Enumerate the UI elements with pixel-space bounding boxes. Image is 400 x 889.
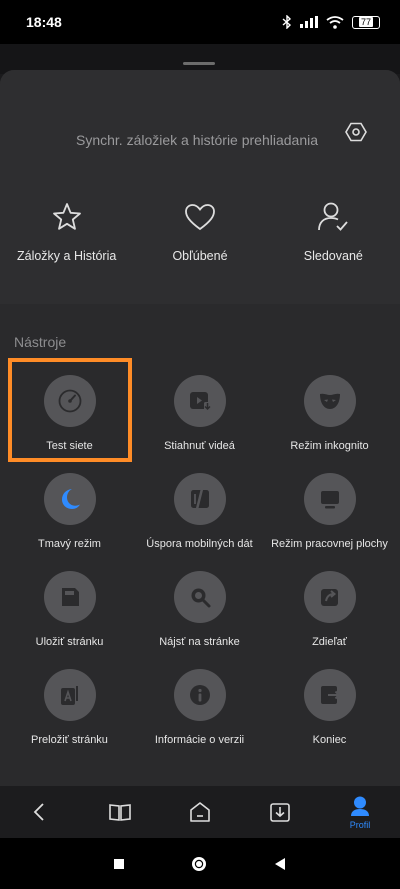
battery-icon: 77 xyxy=(352,15,380,29)
tool-circle xyxy=(43,473,96,525)
bookmarks-label: Záložky a História xyxy=(16,249,117,263)
desktop-mode-button[interactable]: Režim pracovnej plochy xyxy=(263,473,396,551)
tool-label: Stiahnuť videá xyxy=(164,440,235,452)
status-icons: 77 xyxy=(282,15,380,29)
tool-circle xyxy=(173,571,226,623)
find-in-page-button[interactable]: Nájsť na stránke xyxy=(133,571,266,649)
tool-label: Tmavý režim xyxy=(38,538,101,550)
exit-icon xyxy=(320,686,340,704)
status-bar: 18:48 77 xyxy=(0,0,400,44)
tool-label: Úspora mobilných dát xyxy=(146,538,253,550)
wifi-icon xyxy=(326,15,344,29)
tool-label: Informácie o verzii xyxy=(154,734,245,746)
nav-home-button[interactable] xyxy=(160,786,240,838)
nav-profile-button[interactable]: Profil xyxy=(320,786,400,838)
followed-button[interactable]: Sledované xyxy=(267,200,400,263)
data-saver-icon xyxy=(190,488,209,510)
signal-icon xyxy=(300,16,318,28)
heart-icon xyxy=(185,204,215,231)
system-nav-bar xyxy=(0,838,400,889)
nav-back-button[interactable] xyxy=(0,786,80,838)
bluetooth-icon xyxy=(282,15,292,29)
tool-circle xyxy=(303,571,356,623)
profile-sheet: Synchr. záložiek a histórie prehliadania… xyxy=(0,70,400,786)
tools-section-title: Nástroje xyxy=(14,334,67,350)
tool-label: Nájsť na stránke xyxy=(159,636,240,648)
tool-circle xyxy=(43,571,96,623)
tool-circle xyxy=(303,375,356,427)
tool-label: Režim inkognito xyxy=(290,440,369,452)
favorites-label: Obľúbené xyxy=(172,249,228,263)
recents-icon[interactable] xyxy=(113,858,125,870)
sheet-header: Synchr. záložiek a histórie prehliadania… xyxy=(0,70,400,304)
translate-icon xyxy=(60,686,78,705)
home-icon xyxy=(190,802,210,822)
exit-button[interactable]: Koniec xyxy=(263,669,396,747)
chevron-left-icon xyxy=(33,803,44,821)
download-icon xyxy=(270,803,290,822)
favorites-button[interactable]: Obľúbené xyxy=(133,200,266,263)
find-icon xyxy=(191,588,210,608)
version-info-button[interactable]: Informácie o verzii xyxy=(133,669,266,747)
mask-icon xyxy=(319,393,340,409)
bookmarks-history-button[interactable]: Záložky a História xyxy=(0,200,133,263)
tool-circle xyxy=(43,669,96,721)
star-icon xyxy=(52,203,81,230)
back-triangle-icon[interactable] xyxy=(273,857,287,871)
tool-label: Uložiť stránku xyxy=(35,636,104,648)
download-videos-button[interactable]: Stiahnuť videá xyxy=(133,375,266,453)
share-icon xyxy=(320,589,338,606)
tool-label: Režim pracovnej plochy xyxy=(271,538,388,550)
moon-icon xyxy=(61,489,80,509)
battery-level: 77 xyxy=(358,17,373,27)
tool-circle xyxy=(303,669,356,721)
data-saver-button[interactable]: Úspora mobilných dát xyxy=(133,473,266,551)
save-page-button[interactable]: Uložiť stránku xyxy=(3,571,136,649)
translate-page-button[interactable]: Preložiť stránku xyxy=(3,669,136,747)
followed-label: Sledované xyxy=(303,249,363,263)
tool-circle xyxy=(173,473,226,525)
incognito-button[interactable]: Režim inkognito xyxy=(263,375,396,453)
quick-actions: Záložky a História Obľúbené Sledované xyxy=(0,200,400,263)
tool-circle xyxy=(173,375,226,427)
tool-circle xyxy=(303,473,356,525)
info-icon xyxy=(189,685,210,705)
home-circle-icon[interactable] xyxy=(190,855,208,873)
highlight-box xyxy=(8,358,132,462)
settings-icon[interactable] xyxy=(344,120,368,144)
book-icon xyxy=(109,804,131,821)
tool-label: Koniec xyxy=(312,734,347,746)
nav-downloads-button[interactable] xyxy=(240,786,320,838)
drag-handle[interactable] xyxy=(183,62,215,65)
share-button[interactable]: Zdieľať xyxy=(263,571,396,649)
video-download-icon xyxy=(189,392,211,411)
status-time: 18:48 xyxy=(26,14,62,30)
nav-profile-label: Profil xyxy=(349,820,371,830)
profile-icon xyxy=(351,796,369,816)
tool-label: Preložiť stránku xyxy=(31,734,108,746)
tool-circle xyxy=(173,669,226,721)
desktop-icon xyxy=(320,491,339,509)
tool-label: Zdieľať xyxy=(312,636,347,648)
user-check-icon xyxy=(318,202,348,231)
bottom-nav: Profil xyxy=(0,786,400,838)
save-page-icon xyxy=(61,588,79,606)
dark-mode-button[interactable]: Tmavý režim xyxy=(3,473,136,551)
sync-link[interactable]: Synchr. záložiek a histórie prehliadania xyxy=(0,132,394,148)
nav-bookmarks-button[interactable] xyxy=(80,786,160,838)
